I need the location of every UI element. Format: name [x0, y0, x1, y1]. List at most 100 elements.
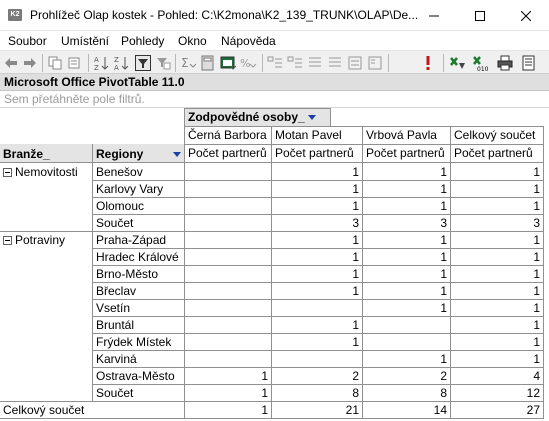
subtotal-button[interactable]: Σ: [179, 54, 197, 72]
minimize-button[interactable]: [411, 0, 457, 31]
value-cell[interactable]: 1: [363, 232, 450, 248]
value-cell[interactable]: 1: [363, 283, 450, 299]
column-header[interactable]: Celkový součet: [451, 127, 544, 143]
show-as-button[interactable]: [219, 54, 237, 72]
value-cell[interactable]: 8: [363, 385, 450, 401]
value-cell[interactable]: 1: [451, 164, 543, 180]
maximize-button[interactable]: [457, 0, 503, 31]
autofilter-button[interactable]: [134, 54, 152, 72]
value-cell[interactable]: 2: [272, 368, 362, 384]
region-label[interactable]: Praha-Západ: [93, 232, 185, 248]
value-cell[interactable]: 1: [272, 266, 362, 282]
value-cell[interactable]: 1: [185, 385, 271, 401]
sort-desc-button[interactable]: ZA: [112, 54, 130, 72]
copy-button[interactable]: [46, 54, 64, 72]
column-header[interactable]: Vrbová Pavla: [363, 127, 451, 143]
column-header[interactable]: Motan Pavel: [272, 127, 363, 143]
back-button[interactable]: [2, 54, 20, 72]
sort-asc-button[interactable]: AZ: [92, 54, 110, 72]
export-excel-button[interactable]: [449, 54, 467, 72]
export-button[interactable]: [66, 54, 84, 72]
value-cell[interactable]: 1: [272, 198, 362, 214]
value-cell[interactable]: 1: [272, 283, 362, 299]
grand-total-cell[interactable]: 21: [272, 402, 362, 418]
close-button[interactable]: [503, 0, 549, 31]
value-cell[interactable]: 12: [451, 385, 543, 401]
region-label[interactable]: Karviná: [93, 351, 185, 367]
field-list-button[interactable]: [346, 54, 364, 72]
value-cell[interactable]: 1: [272, 317, 362, 333]
region-label[interactable]: Vsetín: [93, 300, 185, 316]
column-header[interactable]: Černá Barbora: [185, 127, 272, 143]
value-cell[interactable]: 1: [272, 232, 362, 248]
region-label[interactable]: Hradec Králové: [93, 249, 185, 265]
value-cell[interactable]: 1: [185, 368, 271, 384]
grand-total-cell[interactable]: 14: [363, 402, 450, 418]
measure-header[interactable]: Počet partnerů: [272, 145, 363, 161]
print-button[interactable]: [496, 54, 514, 72]
forward-button[interactable]: [21, 54, 39, 72]
region-label[interactable]: Břeclav: [93, 283, 185, 299]
measure-header[interactable]: Počet partnerů: [451, 145, 544, 161]
collapse-toggle-icon[interactable]: [3, 236, 12, 245]
menu-okno[interactable]: Okno: [178, 34, 207, 48]
expand-button[interactable]: [286, 54, 304, 72]
value-cell[interactable]: 1: [451, 249, 543, 265]
value-cell[interactable]: 1: [451, 351, 543, 367]
preview-button[interactable]: [520, 54, 538, 72]
region-label[interactable]: Karlovy Vary: [93, 181, 185, 197]
collapse-toggle-icon[interactable]: [3, 168, 12, 177]
value-cell[interactable]: 1: [363, 249, 450, 265]
grand-total-label[interactable]: Celkový součet: [0, 402, 185, 418]
properties-button[interactable]: [366, 54, 384, 72]
value-cell[interactable]: 1: [363, 164, 450, 180]
value-cell[interactable]: 1: [451, 300, 543, 316]
show-top-button[interactable]: [154, 54, 172, 72]
hide-details-button[interactable]: [306, 54, 324, 72]
region-label[interactable]: Součet: [93, 215, 185, 231]
menu-pohledy[interactable]: Pohledy: [121, 34, 164, 48]
value-cell[interactable]: 1: [363, 300, 450, 316]
region-label[interactable]: Benešov: [93, 164, 185, 180]
value-cell[interactable]: 2: [363, 368, 450, 384]
value-cell[interactable]: 1: [451, 198, 543, 214]
show-details-button[interactable]: [326, 54, 344, 72]
filter-drop-zone[interactable]: Sem přetáhněte pole filtrů.: [0, 91, 549, 108]
menu-napoveda[interactable]: Nápověda: [221, 34, 276, 48]
region-label[interactable]: Součet: [93, 385, 185, 401]
value-cell[interactable]: 1: [363, 351, 450, 367]
value-cell[interactable]: 4: [451, 368, 543, 384]
value-cell[interactable]: 8: [272, 385, 362, 401]
value-cell[interactable]: 1: [272, 334, 362, 350]
grand-total-cell[interactable]: 1: [185, 402, 271, 418]
value-cell[interactable]: 1: [451, 334, 543, 350]
region-label[interactable]: Bruntál: [93, 317, 185, 333]
menu-soubor[interactable]: Soubor: [8, 34, 47, 48]
group-label[interactable]: Potraviny: [0, 232, 92, 248]
value-cell[interactable]: 1: [451, 181, 543, 197]
percent-button[interactable]: %: [239, 54, 257, 72]
value-cell[interactable]: 3: [363, 215, 450, 231]
region-label[interactable]: Olomouc: [93, 198, 185, 214]
value-cell[interactable]: 1: [272, 181, 362, 197]
region-label[interactable]: Brno-Město: [93, 266, 185, 282]
calculated-field-button[interactable]: [199, 54, 217, 72]
value-cell[interactable]: 1: [451, 317, 543, 333]
region-label[interactable]: Ostrava-Město: [93, 368, 185, 384]
region-label[interactable]: Frýdek Místek: [93, 334, 185, 350]
value-cell[interactable]: 1: [363, 266, 450, 282]
menu-umisteni[interactable]: Umístění: [61, 34, 109, 48]
measure-header[interactable]: Počet partnerů: [363, 145, 451, 161]
grand-total-cell[interactable]: 27: [451, 402, 543, 418]
value-cell[interactable]: 1: [451, 232, 543, 248]
value-cell[interactable]: 1: [451, 283, 543, 299]
measure-header[interactable]: Počet partnerů: [185, 145, 272, 161]
group-label[interactable]: Nemovitosti: [0, 164, 92, 180]
alert-button[interactable]: [419, 54, 437, 72]
export-excel-values-button[interactable]: 010: [472, 54, 490, 72]
value-cell[interactable]: 1: [363, 181, 450, 197]
collapse-button[interactable]: [266, 54, 284, 72]
value-cell[interactable]: 3: [272, 215, 362, 231]
value-cell[interactable]: 3: [451, 215, 543, 231]
value-cell[interactable]: 1: [272, 249, 362, 265]
